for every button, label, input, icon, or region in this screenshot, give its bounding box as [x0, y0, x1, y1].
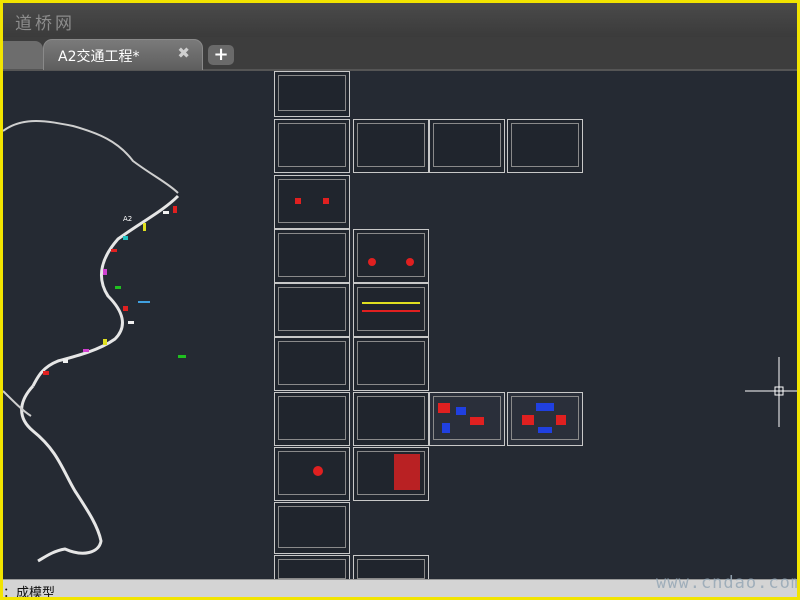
layout-sheet[interactable] — [353, 555, 429, 579]
layout-sheet[interactable] — [274, 555, 350, 579]
watermark-url: www.cndao.com — [656, 573, 797, 593]
layout-sheet[interactable] — [274, 71, 350, 117]
crosshair-cursor-icon — [745, 357, 797, 427]
layout-sheet[interactable] — [429, 119, 505, 173]
layout-sheet[interactable] — [353, 392, 429, 446]
layout-sheet[interactable] — [429, 392, 505, 446]
tab-label: A2交通工程* — [58, 49, 140, 65]
watermark-logo: 道桥网 — [15, 14, 75, 34]
layout-sheet[interactable] — [353, 119, 429, 173]
new-tab-button[interactable]: + — [208, 45, 234, 65]
route-station-markers — [43, 206, 186, 375]
layout-sheet[interactable] — [274, 447, 350, 501]
layout-sheet[interactable] — [274, 283, 350, 337]
layout-sheet[interactable] — [507, 392, 583, 446]
route-label: A2 — [123, 215, 132, 223]
layout-sheet[interactable] — [507, 119, 583, 173]
drawing-canvas[interactable]: A2 — [3, 71, 797, 579]
layout-sheet[interactable] — [353, 283, 429, 337]
tab-a2-traffic[interactable]: A2交通工程* ✖ — [43, 39, 203, 70]
layout-sheet[interactable] — [274, 119, 350, 173]
close-icon[interactable]: ✖ — [177, 44, 190, 62]
layout-sheet[interactable] — [274, 175, 350, 229]
layout-sheet[interactable] — [274, 337, 350, 391]
title-bar: 道桥网 — [3, 3, 797, 37]
tab-previous[interactable] — [3, 41, 43, 69]
command-line-text: ：成模型 — [3, 586, 56, 597]
tab-bar: A2交通工程* ✖ + — [3, 37, 797, 71]
layout-sheet[interactable] — [353, 337, 429, 391]
layout-sheet[interactable] — [353, 229, 429, 283]
layout-sheet[interactable] — [353, 447, 429, 501]
layout-sheet[interactable] — [274, 229, 350, 283]
layout-sheet[interactable] — [274, 502, 350, 554]
app-window: 道桥网 A2交通工程* ✖ + A2 ：成模型 www.cndao.com — [3, 3, 797, 597]
layout-sheet[interactable] — [274, 392, 350, 446]
